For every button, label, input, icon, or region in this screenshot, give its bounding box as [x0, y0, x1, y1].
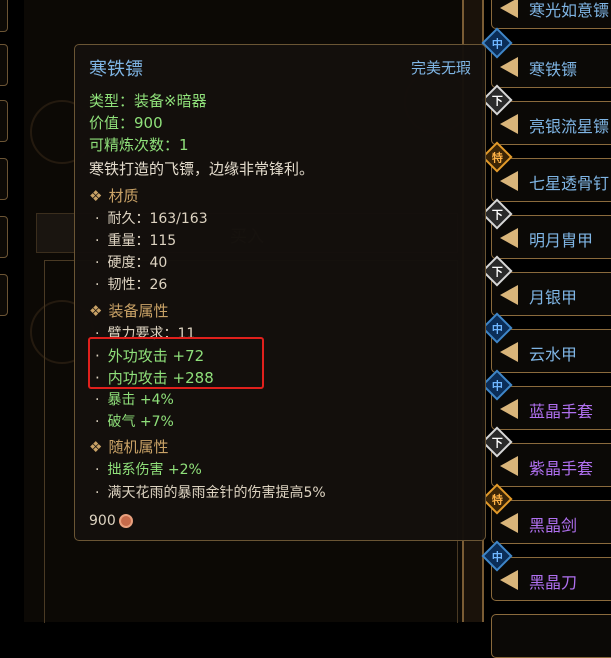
item-arrow-icon: [500, 513, 518, 533]
left-tab[interactable]: [0, 44, 8, 86]
item-name: 月银甲: [529, 288, 578, 307]
diamond-icon: ❖: [89, 438, 103, 456]
stat-line: · 破气 +7%: [95, 414, 174, 430]
item-slot[interactable]: 中 蓝晶手套: [481, 369, 611, 430]
stat-line: · 硬度：40: [95, 255, 168, 271]
diamond-icon: ❖: [89, 302, 103, 320]
grade-badge-icon: 中: [481, 27, 513, 59]
item-arrow-icon: [500, 171, 518, 191]
value-line: 价值：900: [89, 114, 163, 132]
section-random-attr: ❖ 随机属性: [89, 438, 169, 456]
coin-icon: [118, 514, 133, 528]
item-arrow-icon: [500, 228, 518, 248]
item-description: 寒铁打造的飞镖，边缘非常锋利。: [89, 160, 315, 178]
item-name: 紫晶手套: [529, 459, 594, 478]
stat-line: · 重量：115: [95, 233, 177, 249]
item-name: 黑晶剑: [529, 516, 578, 535]
refine-line: 可精炼次数：1: [89, 136, 189, 154]
quality-label: 完美无瑕: [410, 59, 471, 77]
item-name: 明月胄甲: [529, 231, 594, 250]
left-tab[interactable]: [0, 274, 8, 316]
item-slot[interactable]: 下 月银甲: [481, 255, 611, 316]
item-arrow-icon: [500, 399, 518, 419]
item-arrow-icon: [500, 570, 518, 590]
item-name: 云水甲: [529, 345, 578, 364]
highlight-box: [88, 337, 264, 389]
left-tab[interactable]: [0, 100, 8, 142]
type-line: 类型：装备※暗器: [89, 92, 207, 110]
item-slot[interactable]: 特 七星透骨钉: [481, 141, 611, 202]
stat-line: · 韧性：26: [95, 277, 168, 293]
section-equip-attr: ❖ 装备属性: [89, 302, 169, 320]
item-slot[interactable]: 特 黑晶剑: [481, 483, 611, 544]
item-name: 亮银流星镖: [529, 117, 610, 136]
left-tab[interactable]: [0, 0, 8, 32]
item-arrow-icon: [500, 0, 518, 18]
item-name: 寒铁镖: [529, 60, 578, 79]
item-slot[interactable]: 中 黑晶刀: [481, 540, 611, 601]
grade-badge-icon: 中: [481, 540, 513, 572]
item-slot[interactable]: 寒光如意镖: [491, 0, 611, 29]
item-arrow-icon: [500, 285, 518, 305]
stat-line: · 拙系伤害 +2%: [95, 462, 202, 478]
grade-badge-icon: 下: [481, 426, 513, 458]
item-arrow-icon: [500, 114, 518, 134]
item-arrow-icon: [500, 57, 518, 77]
item-tooltip: 寒铁镖 完美无瑕 类型：装备※暗器 价值：900 可精炼次数：1 寒铁打造的飞镖…: [74, 44, 486, 541]
item-slot[interactable]: 中 寒铁镖: [481, 27, 611, 88]
grade-badge-icon: 下: [481, 198, 513, 230]
grade-badge-icon: 特: [481, 483, 513, 515]
grade-badge-icon: 中: [481, 312, 513, 344]
item-arrow-icon: [500, 342, 518, 362]
left-tab[interactable]: [0, 158, 8, 200]
grade-badge-icon: 特: [481, 141, 513, 173]
stat-line: · 耐久：163/163: [95, 211, 208, 227]
item-slot[interactable]: [491, 614, 611, 658]
item-slot[interactable]: 中 云水甲: [481, 312, 611, 373]
item-slot[interactable]: 下 明月胄甲: [481, 198, 611, 259]
tooltip-title: 寒铁镖: [89, 59, 143, 80]
item-name: 蓝晶手套: [529, 402, 594, 421]
price-line: 900: [89, 513, 133, 529]
item-arrow-icon: [500, 456, 518, 476]
section-material: ❖ 材质: [89, 187, 139, 205]
item-name: 寒光如意镖: [529, 1, 610, 20]
grade-badge-icon: 下: [481, 255, 513, 287]
item-name: 七星透骨钉: [529, 174, 610, 193]
item-name: 黑晶刀: [529, 573, 578, 592]
stat-line: · 满天花雨的暴雨金针的伤害提高5%: [95, 485, 326, 501]
diamond-icon: ❖: [89, 187, 103, 205]
item-slot[interactable]: 下 亮银流星镖: [481, 84, 611, 145]
grade-badge-icon: 中: [481, 369, 513, 401]
item-slot[interactable]: 下 紫晶手套: [481, 426, 611, 487]
stat-line: · 暴击 +4%: [95, 392, 174, 408]
left-tab[interactable]: [0, 216, 8, 258]
grade-badge-icon: 下: [481, 84, 513, 116]
